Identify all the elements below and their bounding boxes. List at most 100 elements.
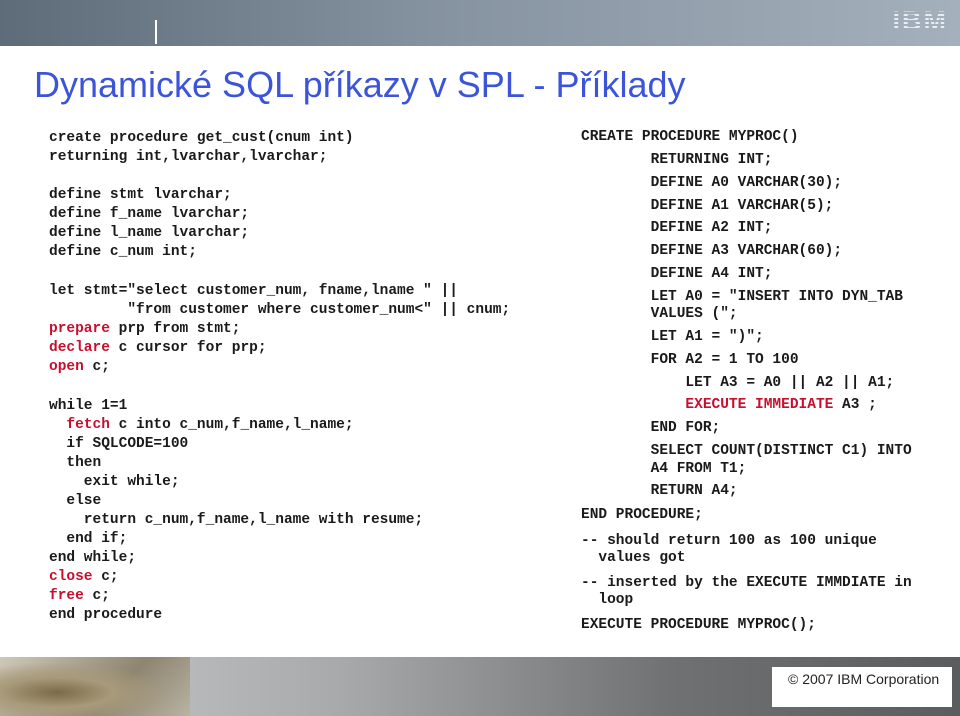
code-line: DEFINE A1 VARCHAR(5); [581,198,834,214]
code-text: while 1=1 [49,398,128,414]
header-bar: IBM [0,0,960,46]
code-text: CREATE PROCEDURE MYPROC() [581,129,799,145]
code-text: prp from stmt; [109,321,241,337]
code-text: FOR A2 = 1 TO 100 [581,352,799,368]
code-text: if SQLCODE=100 [49,436,189,452]
code-text: return c_num,f_name,l_name with resume; [49,512,424,528]
code-line: DEFINE A0 VARCHAR(30); [581,175,842,191]
code-text: define stmt lvarchar; [49,187,232,203]
code-line: end if; [49,531,127,547]
code-line: define f_name lvarchar; [49,206,249,222]
code-text: END FOR; [581,420,721,436]
code-text: let stmt="select customer_num, fname,lna… [49,283,458,299]
code-line: end procedure [49,607,162,623]
code-line: DEFINE A3 VARCHAR(60); [581,243,842,259]
code-text: A4 FROM T1; [581,461,747,477]
code-line: RETURNING INT; [581,152,773,168]
code-text: DEFINE A2 INT; [581,220,773,236]
code-line: while 1=1 [49,398,127,414]
code-text: define f_name lvarchar; [49,206,250,222]
code-line: -- inserted by the EXECUTE IMMDIATE in [581,575,912,591]
code-line: define c_num int; [49,244,197,260]
code-line: LET A3 = A0 || A2 || A1; [581,375,894,391]
code-text: VALUES ("; [581,306,738,322]
code-line: exit while; [49,474,180,490]
code-line: close c; [49,569,119,585]
code-line: then [49,455,101,471]
code-line: EXECUTE PROCEDURE MYPROC(); [581,617,816,633]
code-line: LET A0 = "INSERT INTO DYN_TAB [581,289,903,305]
code-line: CREATE PROCEDURE MYPROC() [581,129,799,145]
slide-title: Dynamické SQL příkazy v SPL - Příklady [34,64,686,105]
code-text: SELECT COUNT(DISTINCT C1) INTO [581,443,912,459]
code-text: RETURN A4; [581,483,738,499]
code-text: define l_name lvarchar; [49,225,250,241]
code-line: RETURN A4; [581,483,738,499]
code-text: DEFINE A3 VARCHAR(60); [581,243,843,259]
code-text: -- should return 100 as 100 unique [581,533,877,549]
code-line: DEFINE A2 INT; [581,220,773,236]
code-text: c; [92,569,119,585]
code-text: end procedure [49,607,163,623]
code-line: LET A1 = ")"; [581,329,764,345]
code-text: define c_num int; [49,244,197,260]
code-text: LET A1 = ")"; [581,329,764,345]
code-text: A3 ; [833,397,877,413]
code-text: returning int,lvarchar,lvarchar; [49,149,328,165]
keyword-highlight: declare [49,340,110,356]
keyword-highlight: open [49,359,84,375]
code-line: fetch c into c_num,f_name,l_name; [49,417,353,433]
code-line: declare c cursor for prp; [49,340,267,356]
code-line: -- should return 100 as 100 unique [581,533,877,549]
code-line: DEFINE A4 INT; [581,266,773,282]
code-line: define stmt lvarchar; [49,187,232,203]
code-text: c; [83,359,110,375]
code-text: LET A0 = "INSERT INTO DYN_TAB [581,289,903,305]
code-line: END FOR; [581,420,721,436]
keyword-highlight: EXECUTE IMMEDIATE [685,397,834,413]
code-text: end if; [49,531,128,547]
code-text: then [49,455,102,471]
code-text: exit while; [49,474,180,490]
code-line: return c_num,f_name,l_name with resume; [49,512,423,528]
ibm-logo: IBM [892,6,948,36]
code-line: let stmt="select customer_num, fname,lna… [49,283,458,299]
code-text: DEFINE A0 VARCHAR(30); [581,175,843,191]
code-text: c; [83,588,110,604]
code-line: values got [581,550,685,566]
code-text: DEFINE A4 INT; [581,266,773,282]
code-line: returning int,lvarchar,lvarchar; [49,149,327,165]
code-line: end while; [49,550,136,566]
code-line: loop [581,592,633,608]
code-text: else [49,493,102,509]
keyword-highlight: free [49,588,84,604]
code-line: free c; [49,588,110,604]
code-line: EXECUTE IMMEDIATE A3 ; [581,397,877,413]
code-line: "from customer where customer_num<" || c… [49,302,510,318]
footer-photo [0,657,190,716]
code-text: END PROCEDURE; [581,507,703,523]
code-text: c cursor for prp; [109,340,267,356]
code-line: create procedure get_cust(cnum int) [49,130,354,146]
code-line: define l_name lvarchar; [49,225,249,241]
keyword-highlight: fetch [66,417,110,433]
code-line: FOR A2 = 1 TO 100 [581,352,799,368]
header-stripe [155,20,157,44]
code-line: A4 FROM T1; [581,461,747,477]
code-text: create procedure get_cust(cnum int) [49,130,354,146]
copyright-text: © 2007 IBM Corporation [788,671,940,687]
code-line: if SQLCODE=100 [49,436,188,452]
code-text: loop [581,592,634,608]
code-line: else [49,493,101,509]
code-line: open c; [49,359,110,375]
code-line: prepare prp from stmt; [49,321,240,337]
code-text: LET A3 = A0 || A2 || A1; [581,375,895,391]
code-text: RETURNING INT; [581,152,773,168]
keyword-highlight: prepare [49,321,110,337]
code-text: DEFINE A1 VARCHAR(5); [581,198,834,214]
keyword-highlight: close [49,569,93,585]
code-text: "from customer where customer_num<" || c… [49,302,511,318]
code-line: VALUES ("; [581,306,738,322]
